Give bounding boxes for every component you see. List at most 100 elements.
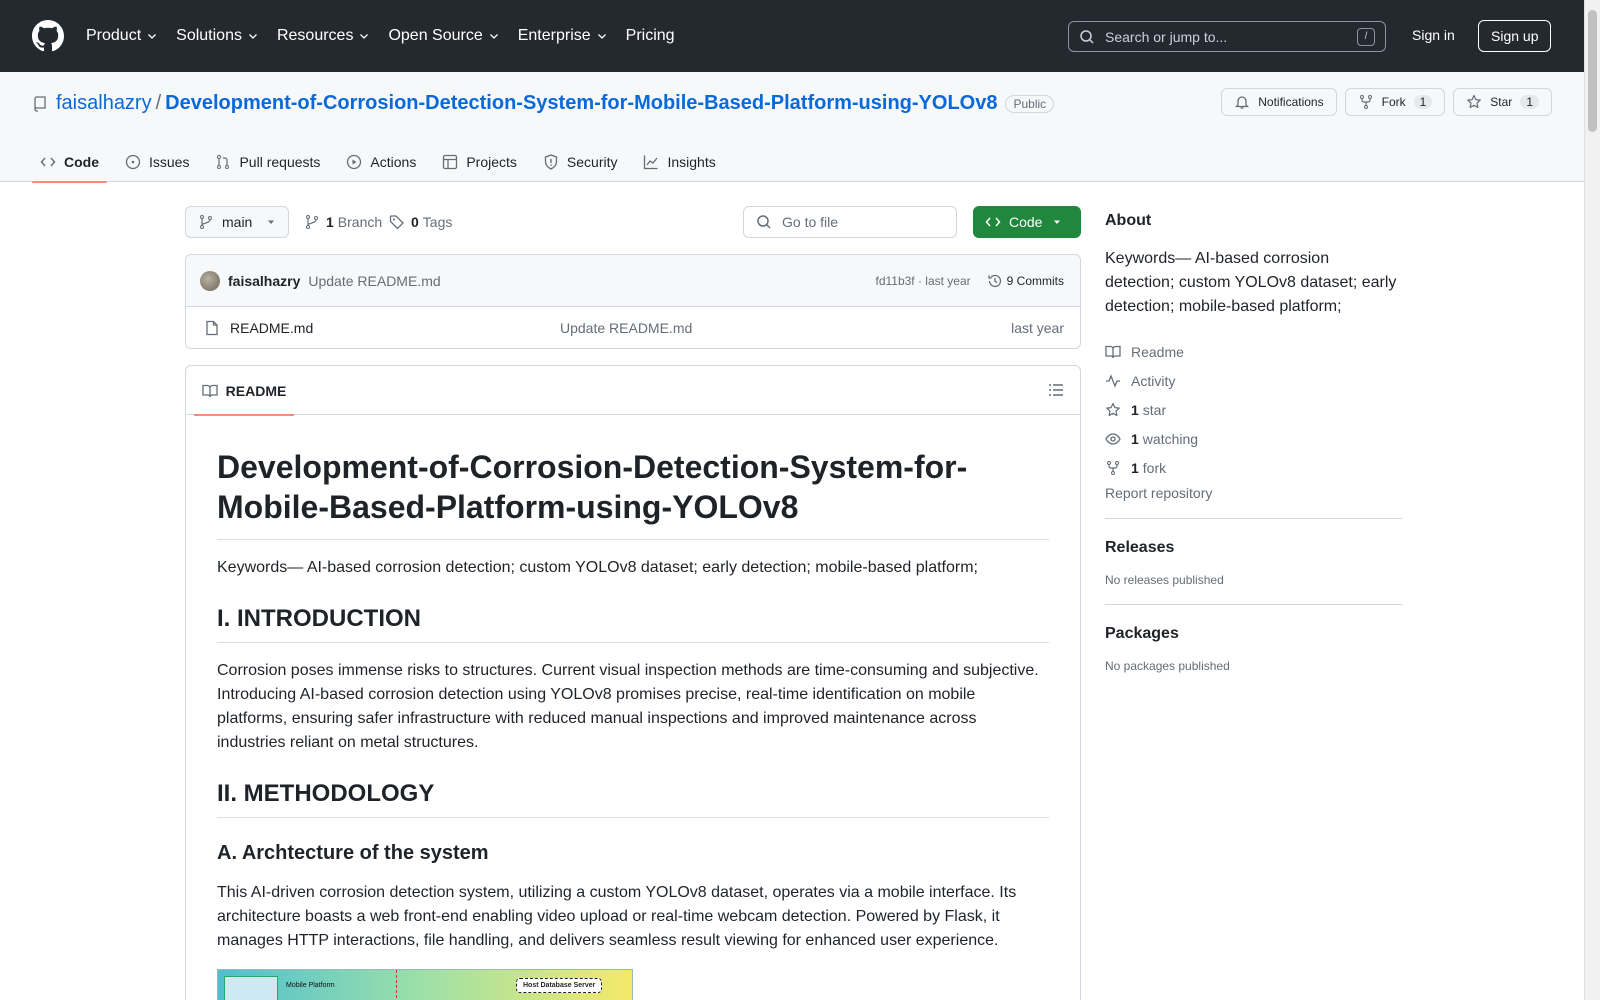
activity-link[interactable]: Activity	[1105, 366, 1402, 395]
go-to-file-input[interactable]: Go to file	[743, 206, 957, 238]
list-outline-icon[interactable]	[1048, 382, 1064, 398]
star-counter: 1	[1520, 95, 1539, 109]
file-commit-message[interactable]: Update README.md	[560, 320, 1011, 336]
activity-link-label: Activity	[1131, 372, 1176, 389]
readme-panel: README Development-of-Corrosion-Detectio…	[185, 365, 1081, 1000]
repo-separator: /	[155, 92, 162, 114]
shield-icon	[544, 154, 558, 170]
notifications-label: Notifications	[1258, 95, 1324, 109]
tab-security-label: Security	[566, 154, 618, 170]
branch-count-label: Branch	[337, 214, 383, 230]
fork-label: Fork	[1381, 95, 1406, 109]
star-icon	[1467, 94, 1482, 109]
nav-product[interactable]: Product	[86, 27, 158, 45]
commits-history-link[interactable]: 9 Commits	[987, 273, 1064, 289]
file-row[interactable]: README.md Update README.md last year	[186, 307, 1080, 348]
notifications-button[interactable]: Notifications	[1221, 88, 1337, 116]
scrollbar-thumb[interactable]	[1588, 10, 1597, 132]
graph-icon	[644, 155, 658, 170]
packages-heading[interactable]: Packages	[1105, 625, 1402, 643]
nav-pricing-label: Pricing	[625, 27, 675, 44]
readme-keywords: Keywords— AI-based corrosion detection; …	[217, 559, 978, 576]
readme-content: Development-of-Corrosion-Detection-Syste…	[186, 415, 1080, 1000]
forks-link[interactable]: 1 fork	[1105, 453, 1402, 482]
sign-in-link[interactable]: Sign in	[1412, 27, 1455, 43]
star-button[interactable]: Star 1	[1453, 88, 1552, 116]
watching-count: 1	[1131, 430, 1139, 447]
repo-name-link[interactable]: Development-of-Corrosion-Detection-Syste…	[165, 92, 997, 115]
diagram-label-mobile-platform: Mobile Platform	[286, 982, 335, 989]
report-repository-link[interactable]: Report repository	[1105, 485, 1402, 501]
repo-title: faisalhazry / Development-of-Corrosion-D…	[32, 92, 1055, 115]
latest-commit-row: faisalhazry Update README.md fd11b3f · l…	[186, 255, 1080, 307]
tab-projects[interactable]: Projects	[434, 142, 525, 182]
nav-solutions-label: Solutions	[176, 27, 242, 44]
branch-select-button[interactable]: main	[185, 206, 289, 238]
branch-name: main	[222, 214, 253, 230]
chevron-down-icon	[249, 34, 257, 39]
chevron-down-icon	[148, 34, 157, 39]
nav-open-source[interactable]: Open Source	[388, 27, 499, 45]
tab-issues[interactable]: Issues	[117, 142, 197, 182]
nav-solutions[interactable]: Solutions	[176, 27, 259, 45]
page-scrollbar[interactable]	[1584, 0, 1600, 1000]
book-icon	[202, 384, 218, 397]
introduction-paragraph: Corrosion poses immense risks to structu…	[217, 662, 1039, 751]
tags-link[interactable]: 0 Tags	[389, 214, 452, 230]
play-icon	[347, 154, 362, 170]
packages-note: No packages published	[1105, 659, 1230, 673]
nav-pricing[interactable]: Pricing	[626, 27, 675, 45]
book-icon	[1105, 345, 1121, 358]
forks-label: fork	[1142, 459, 1167, 476]
commit-author-link[interactable]: faisalhazry	[228, 273, 300, 289]
avatar[interactable]	[200, 270, 220, 291]
stars-label: star	[1142, 401, 1167, 418]
readme-link[interactable]: Readme	[1105, 337, 1402, 366]
nav-enterprise-label: Enterprise	[517, 27, 591, 44]
tab-pull-requests[interactable]: Pull requests	[207, 142, 328, 182]
tag-count: 0	[411, 214, 419, 230]
caret-down-icon	[268, 220, 274, 224]
stars-link[interactable]: 1 star	[1105, 395, 1402, 424]
readme-tab[interactable]: README	[194, 366, 294, 416]
file-name-link[interactable]: README.md	[230, 320, 560, 336]
nav-resources[interactable]: Resources	[277, 27, 370, 45]
tag-count-label: Tags	[422, 214, 453, 230]
about-description: Keywords— AI-based corrosion detection; …	[1105, 250, 1397, 315]
pulse-icon	[1106, 373, 1120, 388]
star-label: Star	[1490, 95, 1513, 109]
repo-header: faisalhazry / Development-of-Corrosion-D…	[0, 72, 1584, 183]
code-button-label: Code	[1009, 214, 1043, 230]
heading-introduction: I. INTRODUCTION	[217, 604, 1049, 643]
nav-enterprise[interactable]: Enterprise	[518, 27, 608, 45]
watchers-link[interactable]: 1 watching	[1105, 424, 1402, 453]
file-icon	[206, 320, 218, 336]
star-icon	[1106, 402, 1120, 416]
repo-owner-link[interactable]: faisalhazry	[56, 92, 152, 115]
commit-message-link[interactable]: Update README.md	[308, 273, 875, 289]
visibility-badge: Public	[1005, 94, 1055, 113]
diagram-label-host-database: Host Database Server	[516, 978, 603, 993]
repo-actions: Notifications Fork 1 Star 1	[1221, 88, 1552, 116]
branches-link[interactable]: 1 Branch	[304, 214, 382, 230]
code-icon	[985, 217, 1001, 227]
tab-actions[interactable]: Actions	[338, 142, 424, 182]
bell-icon	[1235, 96, 1250, 109]
caret-down-icon	[1054, 220, 1061, 224]
sign-up-button[interactable]: Sign up	[1478, 20, 1552, 52]
fork-button[interactable]: Fork 1	[1344, 88, 1446, 116]
chevron-down-icon	[597, 34, 606, 39]
tab-security[interactable]: Security	[535, 142, 626, 182]
commit-hash[interactable]: fd11b3f · last year	[875, 274, 970, 288]
table-icon	[443, 154, 458, 170]
releases-heading[interactable]: Releases	[1105, 539, 1402, 557]
tab-insights[interactable]: Insights	[635, 142, 723, 182]
branch-icon	[200, 215, 212, 229]
github-logo-icon[interactable]	[32, 20, 64, 52]
search-icon	[757, 215, 771, 229]
code-dropdown-button[interactable]: Code	[973, 206, 1081, 238]
global-search-input[interactable]: Search or jump to... /	[1068, 21, 1386, 52]
pull-request-icon	[217, 155, 230, 169]
readme-title: Development-of-Corrosion-Detection-Syste…	[217, 447, 1049, 540]
tab-code[interactable]: Code	[32, 142, 107, 183]
